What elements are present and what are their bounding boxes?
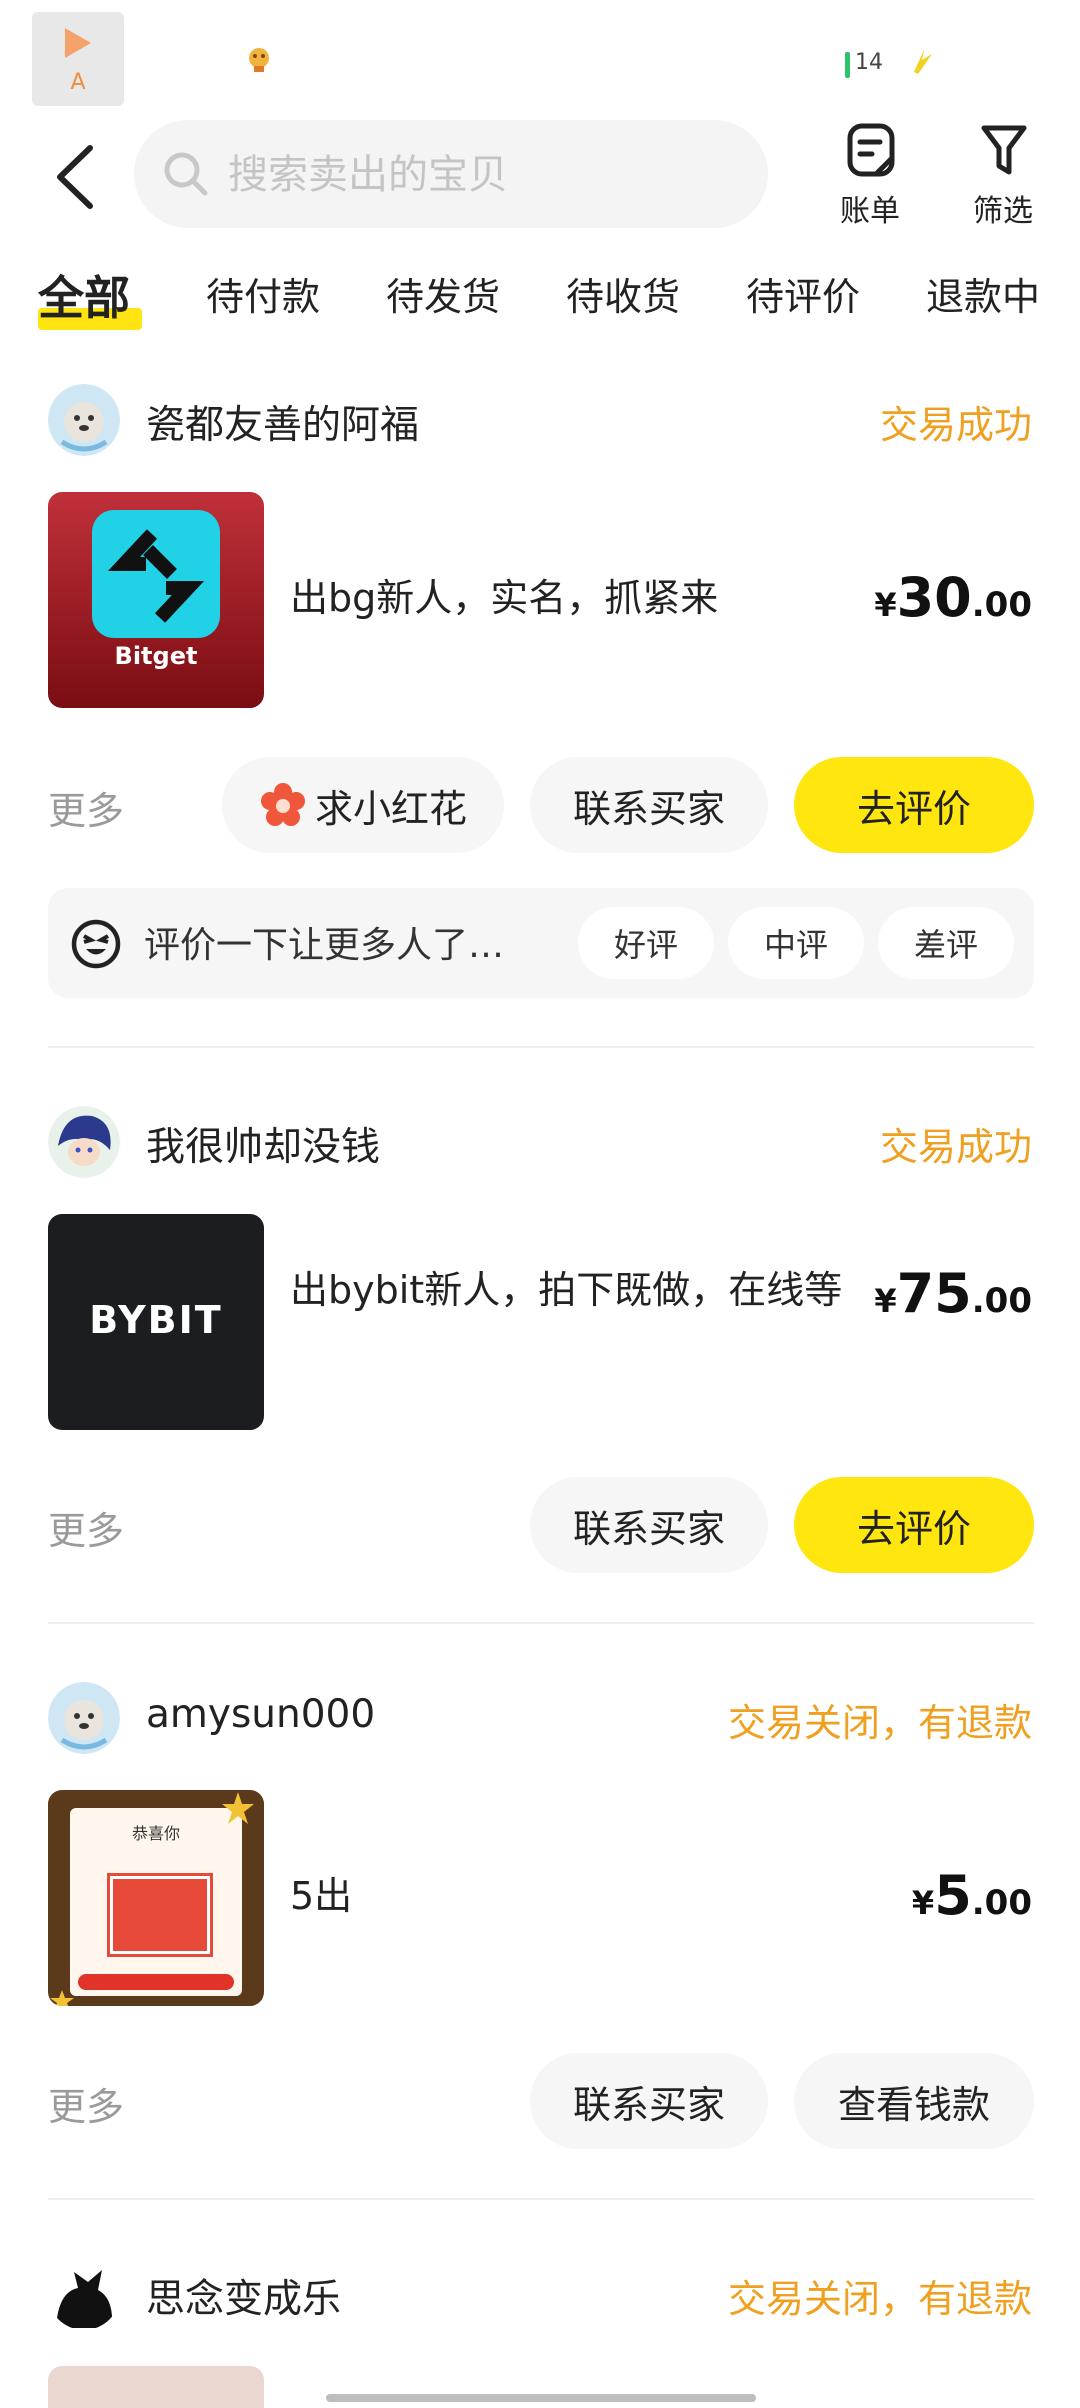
product-thumbnail[interactable]: Bitget — [48, 492, 264, 708]
seller-name[interactable]: 我很帅却没钱 — [146, 1116, 380, 1172]
tab-refunding[interactable]: 退款中 — [926, 266, 1040, 321]
notification-app-icon: A — [32, 12, 124, 106]
review-button[interactable]: 去评价 — [794, 1477, 1034, 1573]
divider — [48, 1046, 1034, 1048]
more-button[interactable]: 更多 — [48, 780, 124, 835]
bad-review-button[interactable]: 差评 — [878, 907, 1014, 979]
review-prompt-box: 评价一下让更多人了… 好评 中评 差评 — [48, 888, 1034, 998]
search-bar[interactable] — [134, 120, 768, 228]
thumbnail-brand-text: Bitget — [114, 642, 198, 670]
order-status: 交易成功 — [879, 1125, 1032, 1169]
home-indicator[interactable] — [326, 2394, 756, 2402]
divider — [48, 2198, 1034, 2200]
seller-name[interactable]: amysun000 — [146, 1692, 375, 1737]
notification-app-label: A — [70, 70, 86, 95]
view-payment-button[interactable]: 查看钱款 — [794, 2053, 1034, 2149]
tab-pending-shipment[interactable]: 待发货 — [386, 266, 500, 321]
contact-buyer-button[interactable]: 联系买家 — [530, 2053, 768, 2149]
product-price: ¥5.00 — [911, 1864, 1032, 1927]
review-prompt-text: 评价一下让更多人了… — [144, 925, 505, 966]
product-title[interactable]: 出bg新人，实名，抓紧来 — [290, 570, 850, 626]
product-price: ¥75.00 — [874, 1262, 1032, 1325]
bill-icon — [847, 123, 895, 177]
notification-emoji-icon — [249, 48, 269, 72]
tab-pending-receipt[interactable]: 待收货 — [566, 266, 680, 321]
smiley-icon — [71, 919, 121, 969]
flower-icon — [260, 783, 305, 826]
contact-buyer-button[interactable]: 联系买家 — [530, 1477, 768, 1573]
divider — [48, 1622, 1034, 1624]
tab-pending-review[interactable]: 待评价 — [746, 266, 860, 321]
product-thumbnail[interactable] — [48, 2366, 264, 2408]
product-thumbnail[interactable]: BYBIT — [48, 1214, 264, 1430]
more-button[interactable]: 更多 — [48, 1500, 124, 1555]
product-price: ¥30.00 — [874, 566, 1032, 629]
tab-all[interactable]: 全部 — [38, 262, 130, 328]
order-status: 交易关闭，有退款 — [727, 2277, 1032, 2321]
avatar[interactable] — [48, 384, 120, 456]
tab-pending-payment[interactable]: 待付款 — [206, 266, 320, 321]
thumbnail-brand-text: BYBIT — [89, 1298, 223, 1342]
search-icon — [164, 152, 208, 196]
review-button[interactable]: 去评价 — [794, 757, 1034, 853]
contact-buyer-button[interactable]: 联系买家 — [530, 757, 768, 853]
avatar[interactable] — [48, 1106, 120, 1178]
avatar[interactable] — [48, 2258, 120, 2330]
bill-button[interactable]: 账单 — [820, 118, 920, 229]
avatar[interactable] — [48, 1682, 120, 1754]
more-button[interactable]: 更多 — [48, 2076, 124, 2131]
charging-bolt-icon — [914, 50, 932, 74]
search-input[interactable] — [226, 140, 730, 210]
product-thumbnail[interactable]: 恭喜你 — [48, 1790, 264, 2006]
neutral-review-button[interactable]: 中评 — [728, 907, 864, 979]
filter-button[interactable]: 筛选 — [953, 118, 1053, 229]
order-status: 交易成功 — [879, 403, 1032, 447]
seller-name[interactable]: 瓷都友善的阿福 — [146, 394, 419, 450]
ask-flower-button[interactable]: 求小红花 — [222, 757, 504, 853]
filter-icon — [981, 125, 1027, 175]
order-status: 交易关闭，有退款 — [727, 1701, 1032, 1745]
product-title[interactable]: 5出 — [290, 1868, 790, 1924]
product-title[interactable]: 出bybit新人，拍下既做，在线等 — [290, 1262, 860, 1318]
battery-indicator: 14 — [845, 50, 905, 78]
seller-name[interactable]: 思念变成乐 — [146, 2268, 341, 2324]
good-review-button[interactable]: 好评 — [578, 907, 714, 979]
back-arrow-icon[interactable] — [52, 142, 96, 212]
